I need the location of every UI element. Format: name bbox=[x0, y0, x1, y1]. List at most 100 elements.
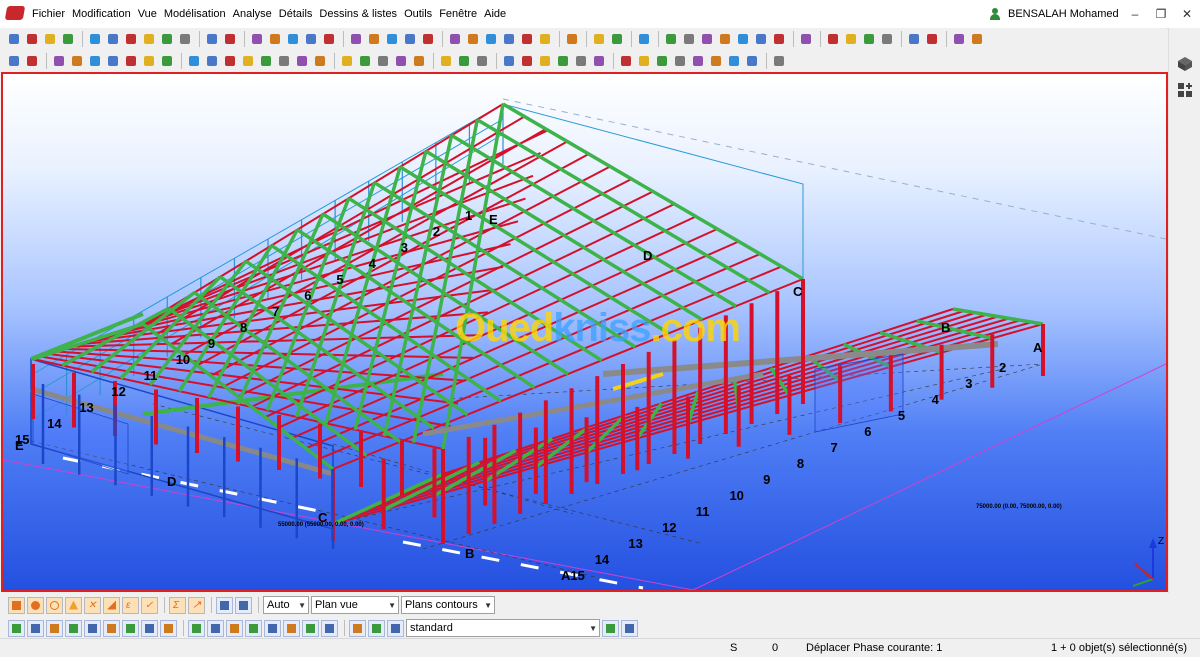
modeling-toolbar-button-8[interactable] bbox=[141, 53, 157, 69]
select-welds-switch[interactable]: ε bbox=[122, 596, 139, 614]
standard-toolbar-button-10[interactable] bbox=[177, 31, 193, 47]
modeling-toolbar-button-34[interactable] bbox=[654, 53, 670, 69]
modeling-toolbar-button-37[interactable] bbox=[708, 53, 724, 69]
snap-switch-7[interactable] bbox=[122, 619, 139, 637]
snap-switch-10[interactable] bbox=[188, 619, 205, 637]
standard-toolbar-button-25[interactable] bbox=[483, 31, 499, 47]
minimize-icon[interactable]: – bbox=[1128, 7, 1142, 21]
standard-toolbar-button-32[interactable] bbox=[636, 31, 652, 47]
menu-modelisation[interactable]: Modélisation bbox=[164, 8, 226, 20]
modeling-toolbar-button-35[interactable] bbox=[672, 53, 688, 69]
modeling-toolbar-button-25[interactable] bbox=[474, 53, 490, 69]
standard-toolbar-button-46[interactable] bbox=[924, 31, 940, 47]
standard-toolbar-button-27[interactable] bbox=[519, 31, 535, 47]
model-cube-icon[interactable] bbox=[1177, 56, 1193, 72]
modeling-toolbar-button-5[interactable] bbox=[87, 53, 103, 69]
standard-toolbar-button-17[interactable] bbox=[321, 31, 337, 47]
snap-switch-4[interactable] bbox=[65, 619, 82, 637]
standard-toolbar-button-18[interactable] bbox=[348, 31, 364, 47]
standard-toolbar-button-21[interactable] bbox=[402, 31, 418, 47]
modeling-toolbar-button-21[interactable] bbox=[393, 53, 409, 69]
select-parts-switch[interactable] bbox=[27, 596, 44, 614]
modeling-toolbar-button-16[interactable] bbox=[294, 53, 310, 69]
view-plane-dropdown[interactable]: Plan vue ▼ bbox=[311, 596, 399, 614]
standard-toolbar-button-37[interactable] bbox=[735, 31, 751, 47]
standard-toolbar-button-36[interactable] bbox=[717, 31, 733, 47]
standard-toolbar-button-20[interactable] bbox=[384, 31, 400, 47]
menu-analyse[interactable]: Analyse bbox=[233, 8, 272, 20]
snap-switch-8[interactable] bbox=[141, 619, 158, 637]
modeling-toolbar-button-17[interactable] bbox=[312, 53, 328, 69]
standard-toolbar-button-3[interactable] bbox=[42, 31, 58, 47]
snap-switch-14[interactable] bbox=[264, 619, 281, 637]
modeling-toolbar-button-32[interactable] bbox=[618, 53, 634, 69]
modeling-toolbar-button-15[interactable] bbox=[276, 53, 292, 69]
snap-mode-dropdown[interactable]: Auto ▼ bbox=[263, 596, 309, 614]
standard-toolbar-button-33[interactable] bbox=[663, 31, 679, 47]
standard-toolbar-button-48[interactable] bbox=[969, 31, 985, 47]
menu-dessins-listes[interactable]: Dessins & listes bbox=[319, 8, 397, 20]
standard-toolbar-button-28[interactable] bbox=[537, 31, 553, 47]
standard-toolbar-button-38[interactable] bbox=[753, 31, 769, 47]
modeling-toolbar-button-30[interactable] bbox=[573, 53, 589, 69]
modeling-toolbar-button-39[interactable] bbox=[744, 53, 760, 69]
snap-switch-11[interactable] bbox=[207, 619, 224, 637]
standard-toolbar-button-2[interactable] bbox=[24, 31, 40, 47]
modeling-toolbar-button-14[interactable] bbox=[258, 53, 274, 69]
modeling-toolbar-button-4[interactable] bbox=[69, 53, 85, 69]
standard-toolbar-button-9[interactable] bbox=[159, 31, 175, 47]
standard-toolbar-button-26[interactable] bbox=[501, 31, 517, 47]
model-view-3d[interactable]: 2 3 4 5 6 7 8 9 10 11 12 13 14 A15 A B C D E 1 2 3 4 5 6 7 8 9 10 11 1… bbox=[1, 72, 1168, 592]
filter-settings-button[interactable] bbox=[602, 619, 619, 637]
select-surface-switch[interactable] bbox=[46, 596, 63, 614]
pointer-select-button[interactable] bbox=[621, 619, 638, 637]
select-all-switch[interactable] bbox=[8, 596, 25, 614]
modeling-toolbar-button-36[interactable] bbox=[690, 53, 706, 69]
restore-icon[interactable]: ❐ bbox=[1154, 7, 1168, 21]
menu-details[interactable]: Détails bbox=[279, 8, 313, 20]
modeling-toolbar-button-33[interactable] bbox=[636, 53, 652, 69]
snap-switch-12[interactable] bbox=[226, 619, 243, 637]
standard-toolbar-button-19[interactable] bbox=[366, 31, 382, 47]
modeling-toolbar-button-18[interactable] bbox=[339, 53, 355, 69]
select-cuts-switch[interactable]: ✓ bbox=[141, 596, 158, 614]
close-icon[interactable]: ✕ bbox=[1180, 7, 1194, 21]
snap-switch-6[interactable] bbox=[103, 619, 120, 637]
standard-toolbar-button-42[interactable] bbox=[843, 31, 859, 47]
snap-switch-2[interactable] bbox=[27, 619, 44, 637]
modeling-toolbar-button-12[interactable] bbox=[222, 53, 238, 69]
modeling-toolbar-button-7[interactable] bbox=[123, 53, 139, 69]
modeling-toolbar-button-3[interactable] bbox=[51, 53, 67, 69]
standard-toolbar-button-43[interactable] bbox=[861, 31, 877, 47]
standard-toolbar-button-6[interactable] bbox=[105, 31, 121, 47]
standard-toolbar-button-24[interactable] bbox=[465, 31, 481, 47]
modeling-toolbar-button-27[interactable] bbox=[519, 53, 535, 69]
filter-dropdown[interactable]: standard ▼ bbox=[406, 619, 600, 637]
standard-toolbar-button-39[interactable] bbox=[771, 31, 787, 47]
modeling-toolbar-button-26[interactable] bbox=[501, 53, 517, 69]
modeling-toolbar-button-1[interactable] bbox=[6, 53, 22, 69]
select-objects-switch[interactable] bbox=[235, 596, 252, 614]
modeling-toolbar-button-11[interactable] bbox=[204, 53, 220, 69]
standard-toolbar-button-11[interactable] bbox=[204, 31, 220, 47]
modeling-toolbar-button-13[interactable] bbox=[240, 53, 256, 69]
standard-toolbar-button-41[interactable] bbox=[825, 31, 841, 47]
select-views-switch[interactable]: Σ bbox=[169, 596, 186, 614]
snap-switch-18[interactable] bbox=[349, 619, 366, 637]
standard-toolbar-button-35[interactable] bbox=[699, 31, 715, 47]
select-assembly-switch[interactable] bbox=[216, 596, 233, 614]
snap-switch-20[interactable] bbox=[387, 619, 404, 637]
modeling-toolbar-button-19[interactable] bbox=[357, 53, 373, 69]
modeling-toolbar-button-23[interactable] bbox=[438, 53, 454, 69]
standard-toolbar-button-30[interactable] bbox=[591, 31, 607, 47]
select-loads-switch[interactable]: ↗ bbox=[188, 596, 205, 614]
standard-toolbar-button-44[interactable] bbox=[879, 31, 895, 47]
modeling-toolbar-button-22[interactable] bbox=[411, 53, 427, 69]
menu-vue[interactable]: Vue bbox=[138, 8, 157, 20]
select-gridline-switch[interactable] bbox=[103, 596, 120, 614]
standard-toolbar-button-1[interactable] bbox=[6, 31, 22, 47]
standard-toolbar-button-12[interactable] bbox=[222, 31, 238, 47]
standard-toolbar-button-47[interactable] bbox=[951, 31, 967, 47]
modeling-toolbar-button-28[interactable] bbox=[537, 53, 553, 69]
user-info[interactable]: BENSALAH Mohamed bbox=[990, 0, 1119, 28]
